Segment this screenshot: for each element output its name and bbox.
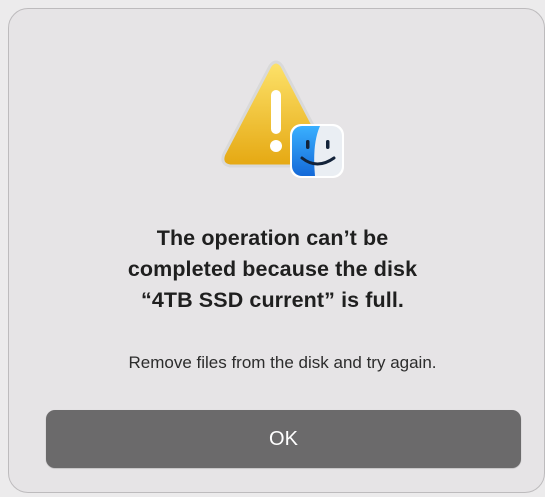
ok-button[interactable]: OK — [46, 410, 521, 468]
warning-icon — [221, 60, 344, 178]
alert-message-line: “4TB SSD current” is full. — [140, 288, 405, 312]
alert-message-line: completed because the disk — [127, 257, 418, 281]
alert-informative-text: Remove files from the disk and try again… — [128, 353, 437, 372]
alert-message: The operation can’t be completed because… — [0, 223, 545, 316]
alert-message-line: The operation can’t be — [156, 226, 389, 250]
finder-badge-icon — [290, 124, 344, 178]
